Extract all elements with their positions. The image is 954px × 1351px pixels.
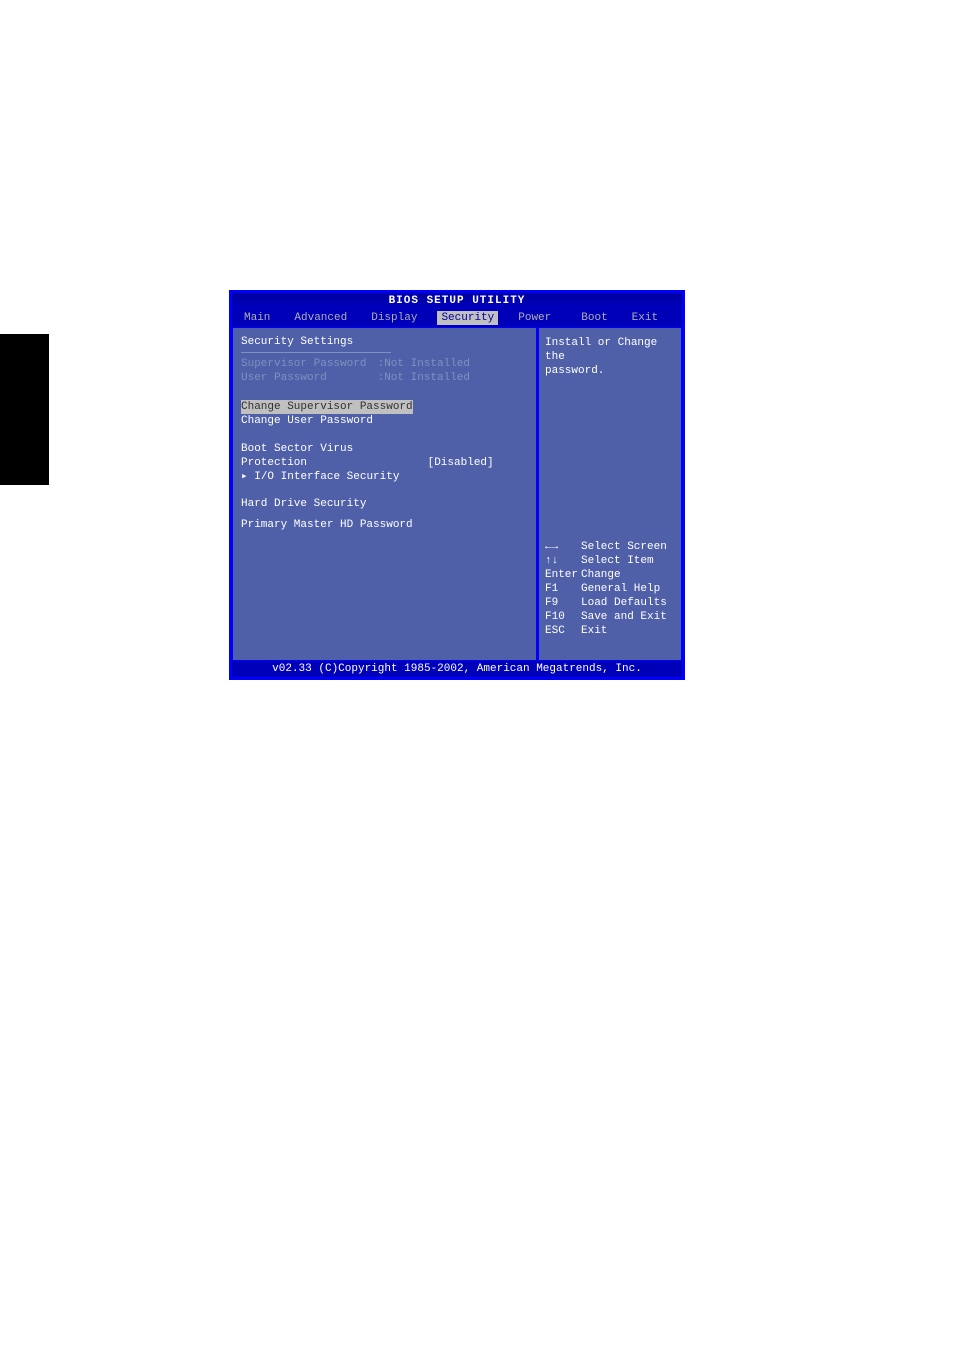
- menu-advanced[interactable]: Advanced: [290, 311, 351, 325]
- key-row-change: Enter Change: [545, 568, 675, 582]
- heading-divider: [241, 352, 391, 353]
- key-desc-select-item: Select Item: [581, 554, 654, 568]
- key-f10: F10: [545, 610, 581, 624]
- key-desc-save-exit: Save and Exit: [581, 610, 667, 624]
- key-row-help: F1 General Help: [545, 582, 675, 596]
- menu-power[interactable]: Power: [514, 311, 555, 325]
- security-settings-heading: Security Settings: [241, 336, 528, 348]
- boot-sector-row[interactable]: Boot Sector Virus Protection [Disabled]: [241, 442, 528, 470]
- key-enter: Enter: [545, 568, 581, 582]
- help-text-line1: Install or Change the: [545, 336, 675, 364]
- main-pane: Security Settings Supervisor Password :N…: [232, 327, 537, 661]
- content-area: Security Settings Supervisor Password :N…: [232, 327, 682, 661]
- menu-display[interactable]: Display: [367, 311, 421, 325]
- user-password-label: User Password: [241, 371, 371, 385]
- key-row-defaults: F9 Load Defaults: [545, 596, 675, 610]
- key-arrows-ud: ↑↓: [545, 554, 581, 568]
- boot-sector-label: Boot Sector Virus Protection: [241, 442, 421, 470]
- footer-text: v02.33 (C)Copyright 1985-2002, American …: [272, 663, 642, 675]
- key-desc-help: General Help: [581, 582, 660, 596]
- key-desc-select-screen: Select Screen: [581, 540, 667, 554]
- key-row-select-item: ↑↓ Select Item: [545, 554, 675, 568]
- key-row-exit: ESC Exit: [545, 624, 675, 638]
- change-supervisor-row[interactable]: Change Supervisor Password: [241, 399, 528, 414]
- user-password-row: User Password :Not Installed: [241, 371, 528, 385]
- key-desc-exit: Exit: [581, 624, 607, 638]
- help-pane: Install or Change the password. ←→ Selec…: [537, 327, 682, 661]
- boot-sector-value: [Disabled]: [428, 456, 494, 470]
- menu-boot[interactable]: Boot: [577, 311, 611, 325]
- user-password-value: :Not Installed: [378, 371, 470, 385]
- key-help-block: ←→ Select Screen ↑↓ Select Item Enter Ch…: [545, 540, 675, 652]
- primary-master-hd-password[interactable]: Primary Master HD Password: [241, 518, 528, 532]
- menu-exit[interactable]: Exit: [628, 311, 662, 325]
- menu-security[interactable]: Security: [437, 311, 498, 325]
- key-f9: F9: [545, 596, 581, 610]
- io-interface-security: I/O Interface Security: [254, 471, 399, 483]
- help-text-line2: password.: [545, 364, 675, 378]
- change-supervisor-password[interactable]: Change Supervisor Password: [241, 400, 413, 414]
- change-user-password[interactable]: Change User Password: [241, 414, 528, 428]
- key-row-select-screen: ←→ Select Screen: [545, 540, 675, 554]
- footer-bar: v02.33 (C)Copyright 1985-2002, American …: [232, 661, 682, 677]
- key-desc-defaults: Load Defaults: [581, 596, 667, 610]
- supervisor-password-label: Supervisor Password: [241, 357, 371, 371]
- supervisor-password-row: Supervisor Password :Not Installed: [241, 357, 528, 371]
- page-dark-thumb: [0, 334, 49, 485]
- key-f1: F1: [545, 582, 581, 596]
- bios-setup-window: BIOS SETUP UTILITY Main Advanced Display…: [229, 290, 685, 680]
- menu-main[interactable]: Main: [240, 311, 274, 325]
- hard-drive-security-heading: Hard Drive Security: [241, 498, 528, 510]
- submenu-arrow-icon: ▸: [241, 471, 254, 483]
- key-esc: ESC: [545, 624, 581, 638]
- key-arrows-lr: ←→: [545, 540, 581, 554]
- key-desc-change: Change: [581, 568, 621, 582]
- key-row-save-exit: F10 Save and Exit: [545, 610, 675, 624]
- menu-bar: Main Advanced Display Security Power Boo…: [232, 309, 682, 327]
- io-interface-row[interactable]: ▸ I/O Interface Security: [241, 470, 528, 484]
- title-text: BIOS SETUP UTILITY: [389, 295, 526, 307]
- title-bar: BIOS SETUP UTILITY: [232, 293, 682, 309]
- supervisor-password-value: :Not Installed: [378, 357, 470, 371]
- help-text: Install or Change the password.: [545, 336, 675, 378]
